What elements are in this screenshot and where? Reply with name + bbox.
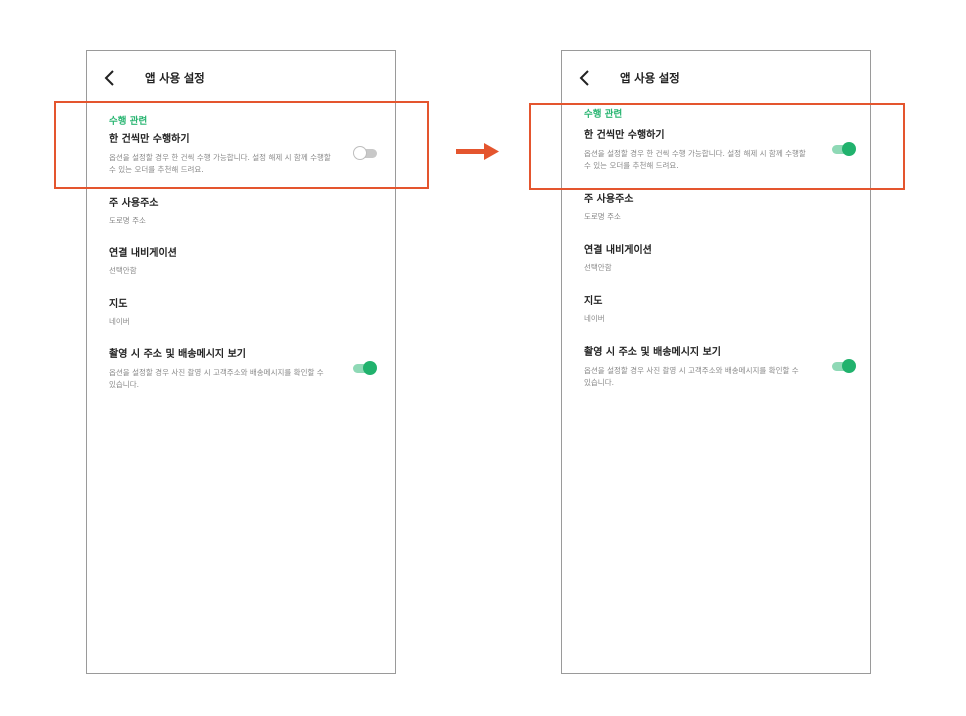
setting-description: 옵션을 설정할 경우 사진 촬영 시 고객주소와 배송메시지를 확인할 수 있습… [109, 368, 324, 389]
setting-description: 옵션을 설정할 경우 사진 촬영 시 고객주소와 배송메시지를 확인할 수 있습… [584, 366, 799, 387]
setting-photo-address[interactable]: 촬영 시 주소 및 배송메시지 보기 옵션을 설정할 경우 사진 촬영 시 고객… [109, 348, 377, 390]
photo-address-toggle[interactable] [353, 361, 377, 375]
setting-map[interactable]: 지도 네이버 [109, 298, 377, 327]
setting-photo-address[interactable]: 촬영 시 주소 및 배송메시지 보기 옵션을 설정할 경우 사진 촬영 시 고객… [584, 346, 852, 388]
setting-title: 주 사용주소 [109, 198, 159, 209]
toggle-knob [363, 361, 377, 375]
setting-title: 촬영 시 주소 및 배송메시지 보기 [584, 347, 722, 358]
setting-map[interactable]: 지도 네이버 [584, 295, 852, 324]
toggle-knob [842, 359, 856, 373]
setting-title: 지도 [109, 299, 128, 310]
app-header: 앱 사용 설정 [87, 51, 395, 103]
page-title: 앱 사용 설정 [620, 71, 680, 85]
setting-title: 연결 내비게이션 [584, 245, 652, 256]
setting-title: 지도 [584, 296, 603, 307]
back-arrow-icon[interactable] [101, 68, 119, 88]
page-title: 앱 사용 설정 [145, 71, 205, 85]
back-arrow-icon[interactable] [576, 68, 594, 88]
setting-title: 연결 내비게이션 [109, 248, 177, 259]
setting-value: 네이버 [109, 317, 130, 326]
highlight-box-before [54, 101, 429, 189]
photo-address-toggle[interactable] [832, 359, 856, 373]
setting-value: 선택안함 [584, 263, 612, 272]
setting-navigation[interactable]: 연결 내비게이션 선택안함 [584, 244, 852, 273]
highlight-box-after [529, 103, 905, 190]
setting-main-address[interactable]: 주 사용주소 도로명 주소 [584, 193, 852, 222]
app-header: 앱 사용 설정 [562, 51, 870, 103]
setting-value: 선택안함 [109, 266, 137, 275]
right-arrow-icon [456, 143, 499, 160]
setting-title: 촬영 시 주소 및 배송메시지 보기 [109, 349, 247, 360]
setting-title: 주 사용주소 [584, 194, 634, 205]
setting-value: 도로명 주소 [584, 212, 621, 221]
setting-value: 네이버 [584, 314, 605, 323]
setting-main-address[interactable]: 주 사용주소 도로명 주소 [109, 197, 377, 226]
setting-value: 도로명 주소 [109, 216, 146, 225]
setting-navigation[interactable]: 연결 내비게이션 선택안함 [109, 247, 377, 276]
